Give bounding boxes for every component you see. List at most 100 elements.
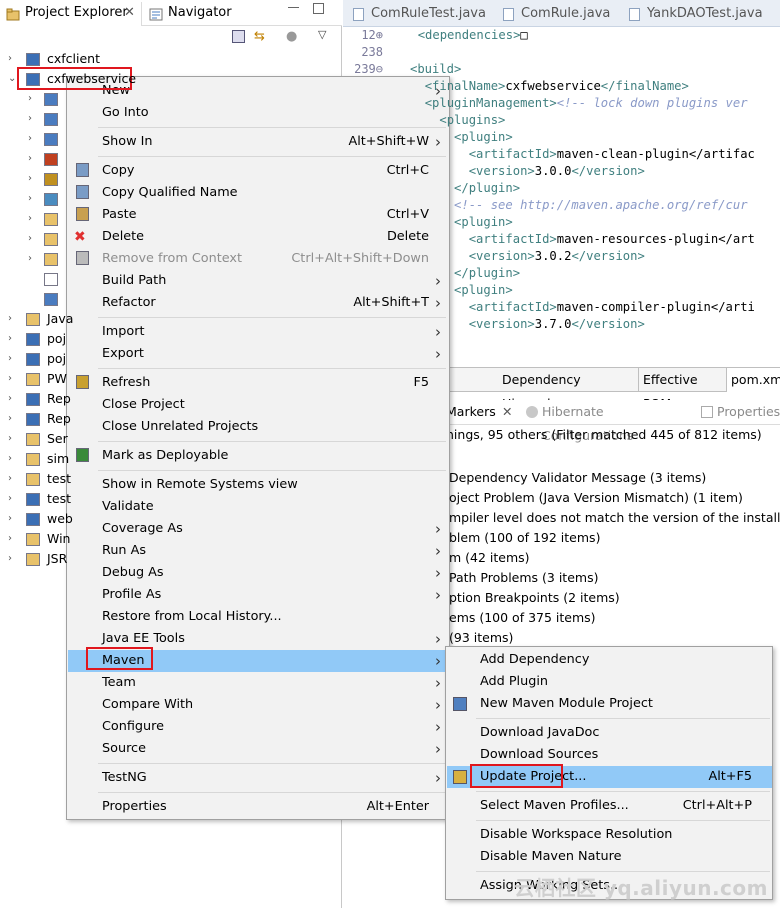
chevron-right-icon[interactable]: › (8, 429, 18, 449)
filter-icon[interactable]: ● (286, 29, 297, 44)
marker-row[interactable]: Dependency Validator Message (3 items) (343, 468, 780, 488)
maven-item-add-dependency[interactable]: Add Dependency (447, 649, 772, 671)
tree-item[interactable] (0, 289, 340, 309)
tree-item[interactable]: ⌄ cxfwebservice (0, 69, 340, 89)
maven-item-add-plugin[interactable]: Add Plugin (447, 671, 772, 693)
chevron-right-icon[interactable]: › (8, 549, 18, 569)
tree-item[interactable]: › poj (0, 349, 340, 369)
maven-item-disable-workspace-resolution[interactable]: Disable Workspace Resolution (447, 824, 772, 846)
code-line[interactable]: <build> (410, 61, 461, 78)
code-line[interactable]: <artifactId>maven-compiler-plugin</arti (410, 299, 755, 316)
tree-item[interactable]: › Rep (0, 389, 340, 409)
tree-item[interactable]: › Win (0, 529, 340, 549)
chevron-right-icon[interactable]: › (8, 489, 18, 509)
chevron-right-icon[interactable]: › (28, 109, 38, 129)
maven-item-download-javadoc[interactable]: Download JavaDoc (447, 722, 772, 744)
chevron-right-icon[interactable]: › (8, 509, 18, 529)
tree-item[interactable]: › web (0, 509, 340, 529)
code-line[interactable]: <version>3.0.0</version> (410, 163, 645, 180)
tree-item[interactable]: › (0, 189, 340, 209)
menu-item-compare-with[interactable]: Compare With › (68, 694, 449, 716)
tab-pom-xml[interactable]: pom.xml (727, 368, 780, 392)
chevron-down-icon[interactable]: ⌄ (8, 69, 18, 89)
menu-item-configure[interactable]: Configure › (68, 716, 449, 738)
close-icon[interactable]: ✕ (502, 400, 512, 424)
marker-row[interactable]: ption Breakpoints (2 items) (343, 588, 780, 608)
editor-tab[interactable]: ComRule.java (497, 3, 621, 27)
marker-row[interactable]: (93 items) (343, 628, 780, 648)
close-icon[interactable]: ✕ (124, 2, 135, 24)
code-line[interactable]: <plugin> (410, 282, 513, 299)
code-line[interactable]: <!-- see http://maven.apache.org/ref/cur (410, 197, 748, 214)
tab-project-explorer[interactable]: Project Explorer ✕ (0, 2, 142, 26)
tree-item[interactable]: › (0, 129, 340, 149)
tab-dependency-hierarchy[interactable]: Dependency Hierarchy (498, 368, 639, 411)
chevron-right-icon[interactable]: › (8, 389, 18, 409)
marker-row[interactable]: mpiler level does not match the version … (343, 508, 780, 528)
code-line[interactable]: <version>3.0.2</version> (410, 248, 645, 265)
code-line[interactable]: <plugin> (410, 129, 513, 146)
tree-item[interactable]: › (0, 109, 340, 129)
minimize-icon[interactable] (288, 7, 299, 8)
maven-item-new-maven-module-project[interactable]: New Maven Module Project (447, 693, 772, 715)
chevron-right-icon[interactable]: › (28, 149, 38, 169)
code-line[interactable]: <pluginManagement><!-- lock down plugins… (410, 95, 748, 112)
chevron-right-icon[interactable]: › (28, 209, 38, 229)
tree-item[interactable]: › (0, 249, 340, 269)
marker-row[interactable]: Path Problems (3 items) (343, 568, 780, 588)
maven-item-select-maven-profiles[interactable]: Select Maven Profiles... Ctrl+Alt+P (447, 795, 772, 817)
tree-item[interactable]: › cxfclient (0, 49, 340, 69)
tree-item[interactable]: › PW (0, 369, 340, 389)
tree-item[interactable]: › sim (0, 449, 340, 469)
maven-item-download-sources[interactable]: Download Sources (447, 744, 772, 766)
tree-item[interactable] (0, 269, 340, 289)
chevron-right-icon[interactable]: › (8, 529, 18, 549)
chevron-right-icon[interactable]: › (8, 49, 18, 69)
chevron-right-icon[interactable]: › (8, 449, 18, 469)
tab-effective-pom[interactable]: Effective POM (639, 368, 727, 411)
marker-row[interactable]: blem (100 of 192 items) (343, 528, 780, 548)
editor-tab[interactable]: ComRuleTest.java (347, 3, 499, 27)
chevron-right-icon[interactable]: › (8, 329, 18, 349)
code-line[interactable]: <finalName>cxfwebservice</finalName> (410, 78, 689, 95)
code-line[interactable]: <dependencies>□ (403, 27, 528, 44)
editor-tab[interactable]: YankDAOTest.java (623, 3, 780, 27)
tree-item[interactable]: › poj (0, 329, 340, 349)
marker-row[interactable]: oject Problem (Java Version Mismatch) (1… (343, 488, 780, 508)
code-line[interactable]: <plugins> (410, 112, 505, 129)
code-line[interactable]: <artifactId>maven-resources-plugin</art (410, 231, 755, 248)
tab-markers[interactable]: Markers ✕ (446, 400, 518, 424)
menu-item-properties[interactable]: Properties Alt+Enter (68, 796, 449, 818)
tree-item[interactable]: › JSR (0, 549, 340, 569)
menu-item-team[interactable]: Team › (68, 672, 449, 694)
chevron-right-icon[interactable]: › (8, 349, 18, 369)
tree-item[interactable]: › test (0, 469, 340, 489)
marker-row[interactable]: m (42 items) (343, 548, 780, 568)
chevron-right-icon[interactable]: › (28, 89, 38, 109)
code-line[interactable]: <version>3.7.0</version> (410, 316, 645, 333)
code-line[interactable]: </plugin> (410, 180, 520, 197)
menu-item-source[interactable]: Source › (68, 738, 449, 760)
chevron-right-icon[interactable]: › (28, 129, 38, 149)
tree-item[interactable]: › (0, 209, 340, 229)
tree-item[interactable]: › (0, 149, 340, 169)
tree-item[interactable]: › Java (0, 309, 340, 329)
link-with-editor-icon[interactable]: ⇆ (254, 29, 265, 44)
chevron-right-icon[interactable]: › (8, 369, 18, 389)
tree-item[interactable]: › test (0, 489, 340, 509)
chevron-right-icon[interactable]: › (8, 469, 18, 489)
tree-item[interactable]: › Rep (0, 409, 340, 429)
tab-navigator[interactable]: Navigator (143, 2, 253, 26)
code-line[interactable]: <plugin> (410, 214, 513, 231)
marker-row[interactable]: ems (100 of 375 items) (343, 608, 780, 628)
collapse-all-icon[interactable] (232, 30, 245, 43)
tree-item[interactable]: › Ser (0, 429, 340, 449)
chevron-right-icon[interactable]: › (28, 249, 38, 269)
code-line[interactable]: </plugin> (410, 265, 520, 282)
tab-properties[interactable]: Properties (699, 400, 780, 424)
code-line[interactable]: <artifactId>maven-clean-plugin</artifac (410, 146, 755, 163)
chevron-right-icon[interactable]: › (28, 229, 38, 249)
tree-item[interactable]: › (0, 169, 340, 189)
tree-item[interactable]: › (0, 229, 340, 249)
chevron-right-icon[interactable]: › (8, 409, 18, 429)
